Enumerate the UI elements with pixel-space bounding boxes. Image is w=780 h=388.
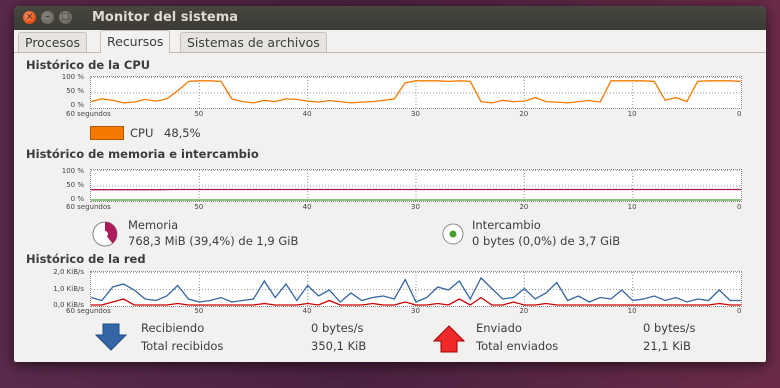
download-arrow-icon[interactable] bbox=[94, 322, 128, 352]
network-ytick: 2,0 KiB/s bbox=[53, 268, 84, 276]
tab-recursos[interactable]: Recursos bbox=[100, 30, 171, 53]
cpu-heading: Histórico de la CPU bbox=[26, 58, 151, 72]
swap-pie-icon[interactable] bbox=[440, 221, 466, 247]
network-history-graph bbox=[90, 271, 742, 307]
total-sent-label: Total enviados bbox=[476, 339, 559, 353]
memory-pie-icon[interactable] bbox=[90, 219, 120, 249]
window-title: Monitor del sistema bbox=[92, 10, 239, 25]
network-xtick: 0 bbox=[737, 307, 742, 315]
cpu-xtick: 0 bbox=[737, 110, 742, 118]
close-icon: × bbox=[25, 12, 34, 22]
sent-label: Enviado bbox=[476, 321, 522, 335]
total-received-label: Total recibidos bbox=[141, 339, 224, 353]
memory-ytick: 50 % bbox=[66, 181, 84, 189]
upload-arrow-icon[interactable] bbox=[432, 324, 466, 354]
minimize-window-button[interactable]: – bbox=[41, 11, 54, 24]
network-history-svg bbox=[91, 272, 741, 306]
maximize-icon: □ bbox=[61, 12, 70, 22]
memory-xtick: 30 bbox=[411, 203, 420, 211]
minimize-icon: – bbox=[45, 12, 50, 22]
title-bar[interactable]: × – □ Monitor del sistema bbox=[14, 6, 766, 30]
network-xtick: 30 bbox=[411, 307, 420, 315]
cpu-xtick: 20 bbox=[519, 110, 529, 118]
receiving-value: 0 bytes/s bbox=[311, 321, 364, 335]
memory-history-svg bbox=[91, 170, 741, 201]
cpu-history-svg bbox=[91, 77, 741, 108]
memory-value: 768,3 MiB (39,4%) de 1,9 GiB bbox=[128, 234, 299, 248]
memory-ytick: 0 % bbox=[70, 195, 84, 203]
memory-xtick: 40 bbox=[302, 203, 312, 211]
swap-label: Intercambio bbox=[472, 218, 541, 232]
memory-xtick: 50 bbox=[194, 203, 204, 211]
total-received-value: 350,1 KiB bbox=[311, 339, 367, 353]
cpu-xtick: 60 segundos bbox=[66, 110, 111, 118]
memory-xtick: 0 bbox=[737, 203, 742, 211]
tab-bar: Procesos Recursos Sistemas de archivos bbox=[14, 30, 766, 53]
network-xtick: 20 bbox=[519, 307, 529, 315]
tab-procesos[interactable]: Procesos bbox=[18, 32, 88, 52]
system-monitor-window: × – □ Monitor del sistema Procesos Recur… bbox=[14, 6, 766, 362]
swap-value: 0 bytes (0,0%) de 3,7 GiB bbox=[472, 234, 621, 248]
cpu-xtick: 10 bbox=[627, 110, 637, 118]
cpu-legend-value: 48,5% bbox=[164, 126, 201, 140]
memory-ytick: 100 % bbox=[61, 167, 84, 175]
tab-sistemas-de-archivos[interactable]: Sistemas de archivos bbox=[180, 32, 327, 52]
cpu-ytick: 100 % bbox=[61, 73, 84, 81]
network-xtick: 40 bbox=[302, 307, 312, 315]
memory-label: Memoria bbox=[128, 218, 179, 232]
maximize-window-button[interactable]: □ bbox=[59, 11, 72, 24]
network-xtick: 50 bbox=[194, 307, 204, 315]
cpu-xtick: 40 bbox=[302, 110, 312, 118]
sent-value: 0 bytes/s bbox=[643, 321, 696, 335]
network-heading: Histórico de la red bbox=[26, 252, 146, 266]
memory-xtick: 10 bbox=[627, 203, 637, 211]
receiving-label: Recibiendo bbox=[141, 321, 205, 335]
memory-history-graph bbox=[90, 169, 742, 202]
memory-xtick: 60 segundos bbox=[66, 203, 111, 211]
total-sent-value: 21,1 KiB bbox=[643, 339, 691, 353]
close-window-button[interactable]: × bbox=[23, 11, 36, 24]
cpu-ytick: 0 % bbox=[70, 101, 84, 109]
cpu-series-line bbox=[91, 80, 741, 104]
cpu-color-swatch[interactable] bbox=[90, 126, 124, 140]
cpu-xtick: 50 bbox=[194, 110, 204, 118]
network-ytick: 1,0 KiB/s bbox=[53, 285, 84, 293]
cpu-history-graph bbox=[90, 76, 742, 109]
cpu-legend-label: CPU bbox=[130, 126, 154, 140]
cpu-ytick: 50 % bbox=[66, 87, 84, 95]
network-xtick: 10 bbox=[627, 307, 637, 315]
cpu-xtick: 30 bbox=[411, 110, 420, 118]
network-xtick: 60 segundos bbox=[66, 307, 111, 315]
memory-xtick: 20 bbox=[519, 203, 529, 211]
memory-heading: Histórico de memoria e intercambio bbox=[26, 147, 259, 161]
